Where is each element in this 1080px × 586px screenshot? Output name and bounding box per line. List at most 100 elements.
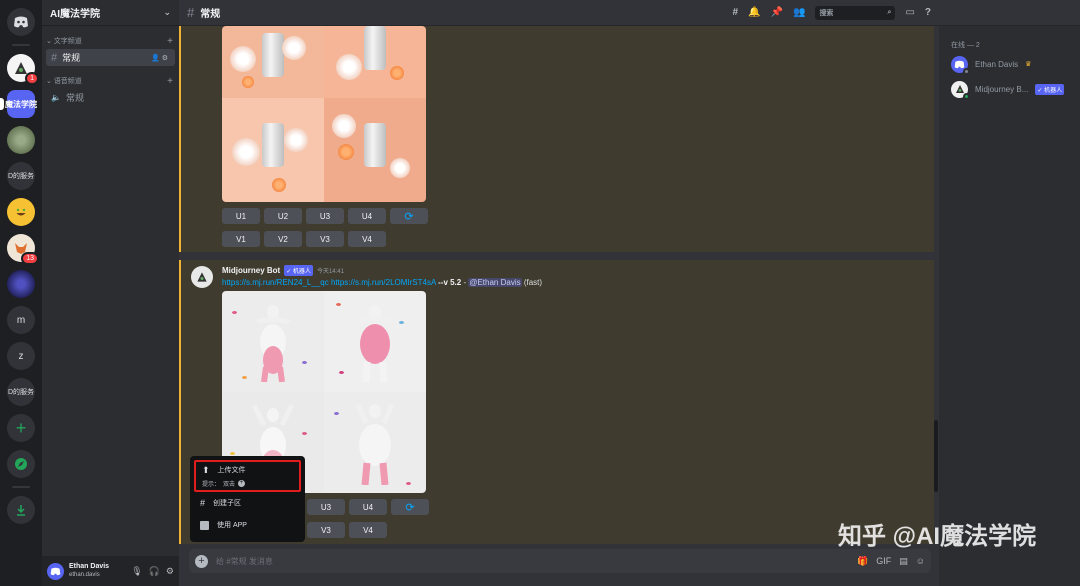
chevron-icon: ⌄: [46, 38, 54, 45]
avatar: [951, 80, 970, 100]
guild-name: AI魔法学院: [50, 9, 100, 20]
channel-general-voice[interactable]: 🔈 常规: [46, 89, 175, 106]
search-placeholder: 搜索: [819, 9, 834, 17]
image-cell: [324, 98, 426, 202]
category-label: 语音频道: [53, 78, 82, 85]
v1-button[interactable]: V1: [222, 231, 260, 247]
add-attachment-icon[interactable]: +: [195, 554, 208, 568]
u4-button[interactable]: U4: [349, 499, 387, 515]
image-cell: [222, 291, 324, 392]
guild-header[interactable]: AI魔法学院 ⌄: [42, 0, 179, 26]
composer-placeholder: 给 #常规 发消息: [216, 556, 273, 566]
v4-button[interactable]: V4: [349, 522, 387, 538]
v3-button[interactable]: V3: [306, 231, 344, 247]
gift-icon[interactable]: 🎁: [857, 556, 868, 567]
plus-circle-icon: +: [238, 479, 246, 487]
zhihu-watermark: 知乎 @AI魔法学院: [838, 523, 1037, 550]
use-app-option[interactable]: 使用 APP: [194, 514, 301, 536]
thread-label: 创建子区: [213, 500, 242, 507]
upload-hint: 提示： 双击 +: [202, 479, 299, 488]
image-cell: [324, 26, 426, 98]
message-header: Midjourney Bot ✓ 机器人 今天14:41: [222, 265, 344, 276]
create-thread-option[interactable]: # 创建子区: [194, 492, 301, 514]
server-fox-icon[interactable]: 13: [7, 234, 39, 265]
image-cell: [222, 26, 324, 98]
server-ai-magic-academy[interactable]: 魔法学院: [0, 90, 37, 118]
v2-button[interactable]: V2: [264, 231, 302, 247]
bot-badge: ✓ 机器人: [284, 265, 313, 276]
reroll-icon[interactable]: ⟳: [390, 208, 428, 224]
upload-label: 上传文件: [217, 467, 246, 474]
version-param: --v 5.2: [438, 278, 462, 287]
u3-button[interactable]: U3: [307, 499, 345, 515]
server-d-service-2[interactable]: D的服务: [7, 378, 35, 406]
server-smiley-icon[interactable]: [7, 198, 35, 226]
threads-icon[interactable]: #: [733, 7, 739, 18]
channel-title: 常规: [200, 9, 221, 20]
server-d-service[interactable]: D的服务: [7, 162, 35, 190]
server-robot-icon[interactable]: 1: [7, 54, 39, 85]
user-name: Ethan Davis: [69, 563, 110, 570]
headphones-icon[interactable]: 🎧: [149, 566, 160, 577]
member-name: Midjourney B...: [975, 84, 1029, 94]
channel-settings-icons[interactable]: 👤⚙: [151, 54, 170, 62]
member-ethan[interactable]: Ethan Davis ♛: [939, 53, 1080, 75]
explore-compass-icon[interactable]: [7, 450, 35, 478]
gear-icon[interactable]: ⚙: [166, 566, 174, 577]
variation-buttons: V1 V2 V3 V4: [222, 231, 386, 247]
v4-button[interactable]: V4: [348, 231, 386, 247]
avatar[interactable]: [47, 562, 64, 580]
sticker-icon[interactable]: ▤: [899, 556, 908, 567]
bell-icon[interactable]: 🔔: [748, 7, 760, 18]
unread-badge: 1: [25, 72, 39, 85]
server-galaxy-icon[interactable]: [7, 270, 35, 298]
member-list-icon[interactable]: 👥: [793, 7, 805, 18]
bot-avatar[interactable]: [191, 266, 213, 288]
reroll-icon[interactable]: ⟳: [391, 499, 429, 515]
search-input[interactable]: 搜索 ⌕: [815, 5, 896, 20]
member-midjourney[interactable]: Midjourney B... ✓ 机器人: [939, 78, 1080, 100]
image-grid-cans[interactable]: [222, 26, 426, 202]
chevron-icon: ⌄: [46, 78, 54, 85]
variation-buttons-2: V3 V4: [307, 522, 387, 538]
u2-button[interactable]: U2: [264, 208, 302, 224]
channel-label: 常规: [62, 53, 81, 63]
image-link-1[interactable]: https://s.mj.run/REN24_L__qc: [222, 278, 329, 287]
discord-home-icon[interactable]: [7, 8, 35, 36]
user-mention[interactable]: @Ethan Davis: [468, 278, 522, 287]
chat-scrollbar[interactable]: [934, 420, 938, 492]
add-server-icon[interactable]: +: [7, 414, 35, 442]
u3-button[interactable]: U3: [306, 208, 344, 224]
add-channel-icon[interactable]: +: [167, 76, 173, 87]
channel-general-text[interactable]: # 常规 👤⚙: [46, 49, 175, 66]
download-icon[interactable]: [7, 496, 35, 524]
online-heading: 在线 — 2: [951, 42, 980, 49]
v3-button[interactable]: V3: [307, 522, 345, 538]
help-icon[interactable]: ?: [925, 7, 931, 18]
channel-sidebar: AI魔法学院 ⌄ ⌄ 文字频道 + # 常规 👤⚙ ⌄ 语音频道 + 🔈 常规 …: [42, 0, 179, 586]
voice-channel-category[interactable]: ⌄ 语音频道 +: [42, 74, 179, 88]
image-link-2[interactable]: https://s.mj.run/2LOMIrST4sA: [331, 278, 436, 287]
inbox-icon[interactable]: ▭: [905, 7, 914, 18]
upscale-buttons-2: U3 U4 ⟳: [307, 499, 429, 515]
image-cell: [324, 291, 426, 392]
message-composer[interactable]: + 给 #常规 发消息 🎁 GIF ▤ ☺: [189, 549, 931, 573]
image-cell: [324, 392, 426, 493]
server-m[interactable]: m: [7, 306, 35, 334]
bot-name[interactable]: Midjourney Bot: [222, 266, 280, 275]
server-food-icon[interactable]: [7, 126, 35, 154]
u1-button[interactable]: U1: [222, 208, 260, 224]
mute-mic-icon[interactable]: 🎙: [131, 566, 142, 577]
add-channel-icon[interactable]: +: [167, 36, 173, 47]
bot-badge-label: 机器人: [1044, 87, 1063, 94]
upload-file-option[interactable]: ⬆ 上传文件 提示： 双击 +: [194, 460, 301, 492]
gif-icon[interactable]: GIF: [876, 556, 891, 567]
rail-separator: [12, 44, 30, 46]
text-channel-category[interactable]: ⌄ 文字频道 +: [42, 34, 179, 48]
u4-button[interactable]: U4: [348, 208, 386, 224]
server-z[interactable]: z: [7, 342, 35, 370]
hash-icon: #: [51, 51, 58, 64]
upscale-buttons: U1 U2 U3 U4 ⟳: [222, 208, 428, 224]
pin-icon[interactable]: 📌: [771, 7, 783, 18]
emoji-icon[interactable]: ☺: [916, 556, 925, 567]
